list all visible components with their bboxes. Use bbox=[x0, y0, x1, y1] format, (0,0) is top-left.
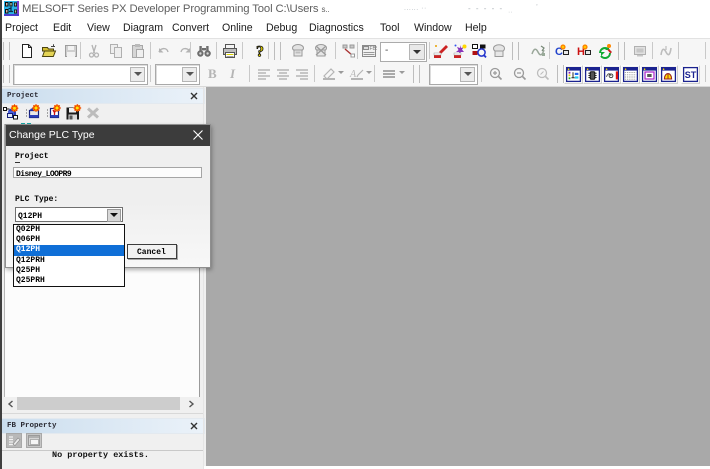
svg-text:ST: ST bbox=[685, 70, 697, 80]
svg-text:?: ? bbox=[256, 44, 264, 60]
svg-text:FBS: FBS bbox=[370, 46, 378, 52]
